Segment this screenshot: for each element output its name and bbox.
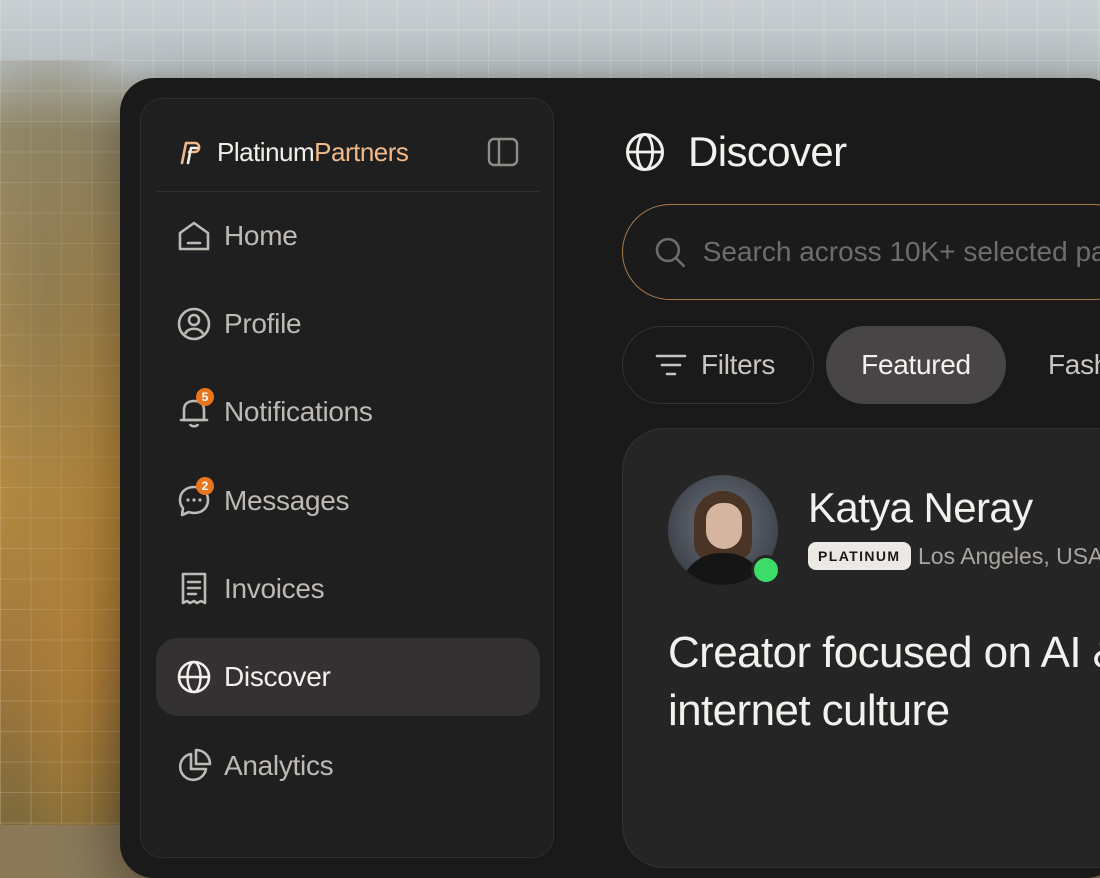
- search-input[interactable]: [700, 235, 1100, 269]
- chip-featured[interactable]: Featured: [826, 326, 1006, 404]
- brand-name-part2: Partners: [314, 136, 409, 167]
- filter-icon: [655, 354, 687, 376]
- chip-label: Featured: [861, 349, 971, 380]
- bell-icon: 5: [176, 388, 214, 430]
- filters-button[interactable]: Filters: [622, 326, 814, 404]
- brand-logo-icon: [180, 141, 201, 165]
- sidebar-item-label: Notifications: [224, 396, 373, 427]
- sidebar-item-discover[interactable]: Discover: [156, 638, 540, 716]
- sidebar-item-home[interactable]: Home: [156, 197, 540, 275]
- profile-icon: [176, 306, 212, 342]
- search-bar[interactable]: [622, 204, 1100, 300]
- online-status-indicator: [751, 555, 781, 585]
- sidebar-item-messages[interactable]: 2 Messages: [156, 462, 540, 540]
- sidebar-item-label: Discover: [224, 661, 331, 692]
- page-header: Discover: [624, 128, 847, 176]
- sidebar-item-label: Invoices: [224, 573, 325, 604]
- profile-location: Los Angeles, USA: [918, 543, 1100, 569]
- sidebar-item-invoices[interactable]: Invoices: [156, 550, 540, 628]
- sidebar-divider: [156, 191, 540, 192]
- brand[interactable]: PlatinumPartners: [175, 132, 409, 172]
- message-count-badge: 2: [196, 477, 214, 495]
- sidebar-toggle-button[interactable]: [486, 135, 520, 169]
- pie-chart-icon: [176, 748, 212, 784]
- profile-name[interactable]: Katya Neray: [808, 484, 1033, 532]
- search-icon: [655, 237, 686, 268]
- chip-label: Fashion: [1048, 349, 1100, 380]
- chip-fashion[interactable]: Fashion: [1024, 326, 1100, 404]
- home-icon: [176, 218, 212, 254]
- page-title: Discover: [688, 128, 847, 175]
- sidebar-panel-icon: [487, 137, 519, 167]
- globe-icon: [176, 659, 212, 695]
- notification-count-badge: 5: [196, 388, 214, 406]
- sidebar-item-analytics[interactable]: Analytics: [156, 727, 540, 805]
- sidebar-item-label: Analytics: [224, 750, 334, 781]
- filters-label: Filters: [701, 349, 776, 380]
- sidebar-item-notifications[interactable]: 5 Notifications: [156, 373, 540, 451]
- sidebar-item-label: Messages: [224, 485, 350, 516]
- receipt-icon: [176, 571, 212, 607]
- brand-name: PlatinumPartners: [217, 136, 409, 168]
- tier-badge: PLATINUM: [808, 542, 911, 570]
- sidebar-item-label: Home: [224, 220, 298, 251]
- sidebar-item-profile[interactable]: Profile: [156, 285, 540, 363]
- globe-icon: [625, 132, 665, 172]
- chat-icon: 2: [176, 477, 214, 519]
- profile-bio: Creator focused on AI & internet culture: [668, 628, 1100, 735]
- sidebar-item-label: Profile: [224, 308, 302, 339]
- brand-name-part1: Platinum: [217, 136, 315, 167]
